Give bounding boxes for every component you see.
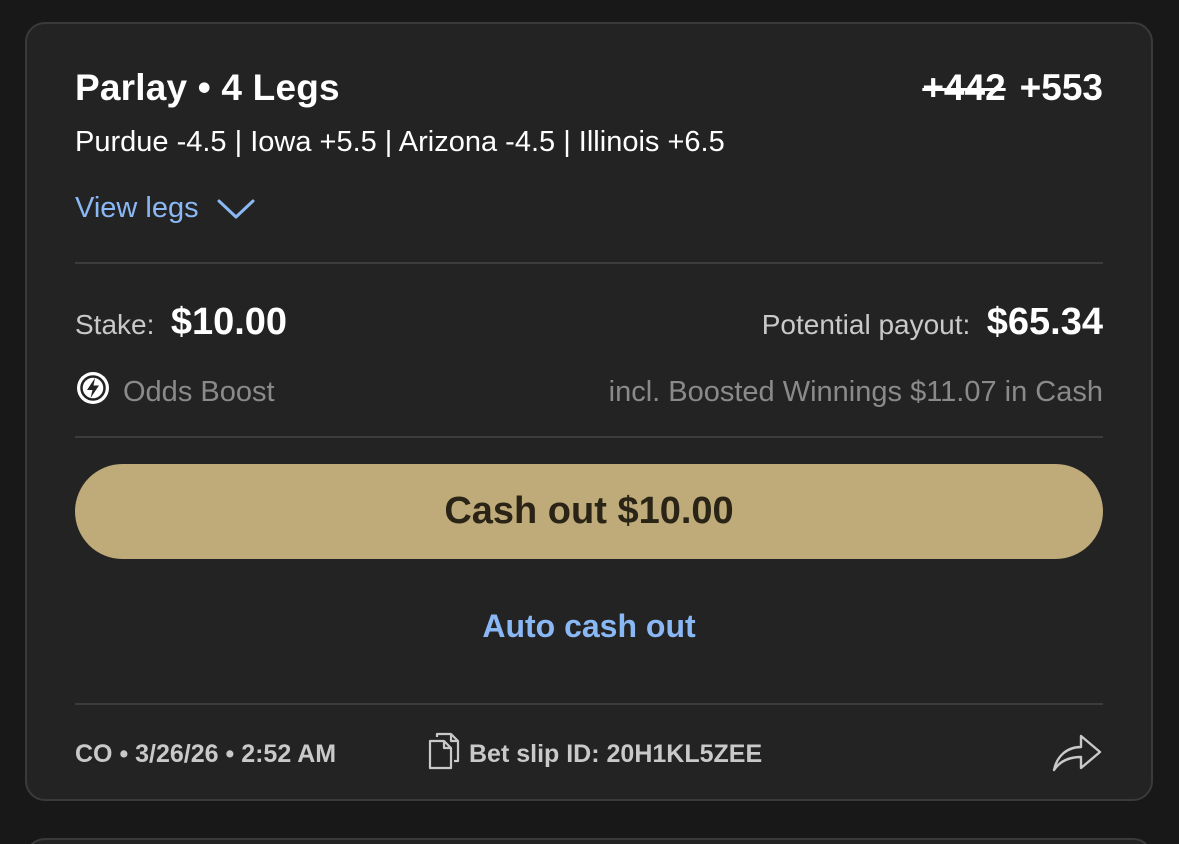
stake-payout-row: Stake: $10.00 Potential payout: $65.34 <box>75 296 1103 348</box>
bet-history-page: Parlay • 4 Legs +442 +553 Purdue -4.5 | … <box>0 0 1179 844</box>
bet-slip-id[interactable]: Bet slip ID: 20H1KL5ZEE <box>427 732 762 777</box>
bet-slip-id-text: Bet slip ID: 20H1KL5ZEE <box>469 739 763 768</box>
bet-meta: CO • 3/26/26 • 2:52 AM <box>75 739 337 768</box>
legs-summary: Purdue -4.5 | Iowa +5.5 | Arizona -4.5 |… <box>75 126 725 158</box>
chevron-down-icon <box>217 198 255 220</box>
bet-title: Parlay • 4 Legs <box>75 67 340 108</box>
cash-out-button[interactable]: Cash out $10.00 <box>75 464 1103 559</box>
share-arrow-icon <box>1051 730 1103 779</box>
view-legs-toggle[interactable]: View legs <box>75 192 255 225</box>
payout-group: Potential payout: $65.34 <box>762 301 1103 344</box>
next-bet-card <box>25 838 1153 844</box>
stake-value: $10.00 <box>170 300 288 343</box>
boost-row: Odds Boost incl. Boosted Winnings $11.07… <box>75 370 1103 414</box>
stake-group: Stake: $10.00 <box>75 301 287 344</box>
bet-footer: CO • 3/26/26 • 2:52 AM Bet slip ID: 20H1… <box>75 730 1103 778</box>
odds-boost-label: Odds Boost <box>123 375 275 408</box>
auto-cash-out-link[interactable]: Auto cash out <box>27 608 1151 645</box>
boosted-odds: +553 <box>1019 67 1103 108</box>
divider <box>75 262 1103 264</box>
copy-document-icon <box>427 732 461 777</box>
divider <box>75 436 1103 438</box>
payout-label: Potential payout: <box>761 308 971 340</box>
bet-card: Parlay • 4 Legs +442 +553 Purdue -4.5 | … <box>25 22 1153 801</box>
odds-boost-badge: Odds Boost <box>75 370 275 414</box>
divider <box>75 703 1103 705</box>
boosted-winnings-note: incl. Boosted Winnings $11.07 in Cash <box>608 375 1103 408</box>
payout-value: $65.34 <box>986 300 1103 343</box>
share-button[interactable] <box>1051 730 1103 779</box>
stake-label: Stake: <box>75 308 155 340</box>
original-odds: +442 <box>922 67 1006 108</box>
bet-odds: +442 +553 <box>922 67 1103 109</box>
lightning-bolt-icon <box>75 370 111 414</box>
bet-header: Parlay • 4 Legs +442 +553 <box>75 64 1103 112</box>
view-legs-label: View legs <box>75 192 199 224</box>
